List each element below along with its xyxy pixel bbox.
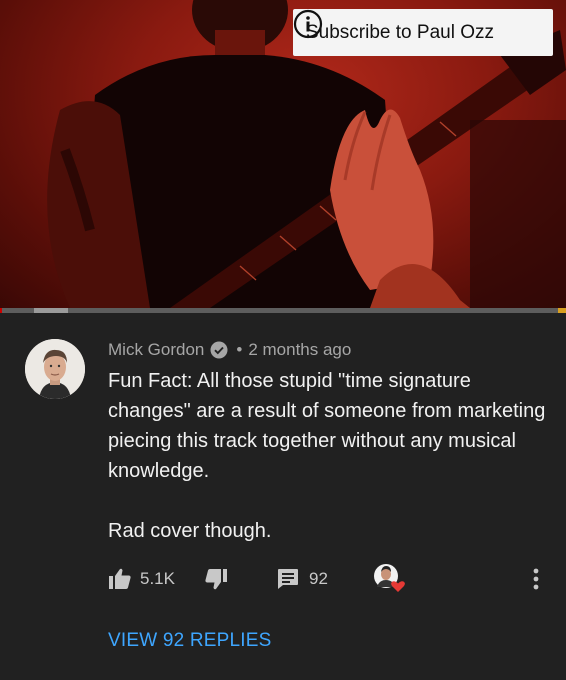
comment-meta: Mick Gordon • 2 months ago [108, 338, 351, 362]
view-replies-link[interactable]: VIEW 92 REPLIES [108, 630, 272, 652]
comment-icon [278, 569, 298, 589]
like-count: 5.1K [140, 569, 175, 588]
comment-actions: 5.1K 92 [108, 563, 553, 595]
author-name[interactable]: Mick Gordon [108, 340, 204, 360]
separator-dot: • [236, 340, 243, 359]
subscribe-button[interactable]: Subscribe to Paul Ozz [293, 9, 553, 56]
comment-paragraph: Fun Fact: All those stupid "time signatu… [108, 370, 546, 482]
verified-check-icon [210, 341, 228, 359]
author-avatar[interactable] [25, 339, 85, 399]
like-button[interactable]: 5.1K [108, 563, 175, 595]
comment-time[interactable]: 2 months ago [248, 340, 351, 360]
more-options-button[interactable] [532, 563, 540, 595]
reply-count: 92 [309, 569, 328, 588]
video-progress-bar[interactable] [0, 308, 566, 313]
thumbs-up-icon [109, 568, 131, 589]
subscribe-label: Subscribe to Paul Ozz [306, 21, 494, 43]
reply-button[interactable]: 92 [277, 563, 328, 595]
creator-heart-badge [373, 563, 407, 595]
video-player[interactable]: Subscribe to Paul Ozz [0, 0, 566, 308]
comment-paragraph: Rad cover though. [108, 520, 272, 542]
thumbs-down-icon [205, 569, 227, 590]
progress-buffered [33, 308, 68, 313]
progress-played [0, 308, 2, 313]
info-icon[interactable] [293, 9, 323, 39]
progress-end-marker [558, 308, 566, 313]
creator-heart-icon [374, 564, 405, 592]
dislike-button[interactable] [204, 563, 228, 595]
more-vert-icon [533, 568, 539, 590]
comment-body: Fun Fact: All those stupid "time signatu… [108, 366, 548, 546]
